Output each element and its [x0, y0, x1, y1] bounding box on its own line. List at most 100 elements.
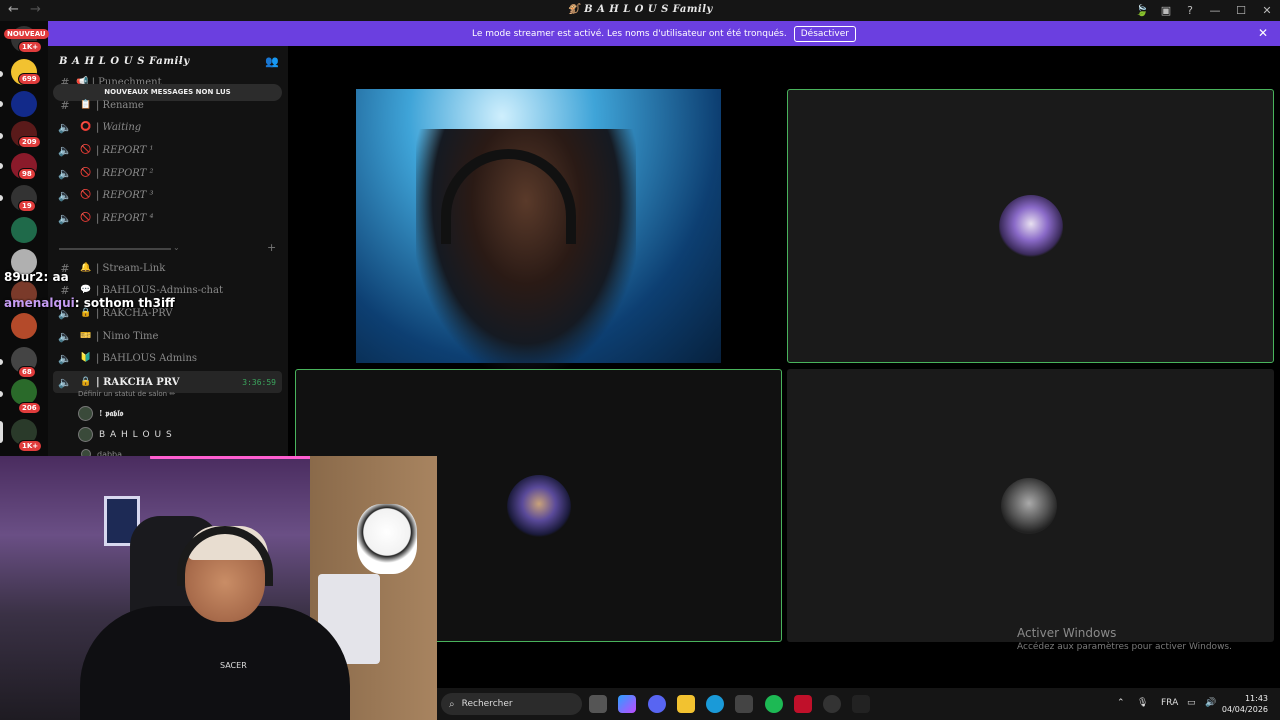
chevron-up-icon[interactable]: ⌃ [1117, 698, 1125, 708]
server-name[interactable]: B A H L O U S Family [59, 56, 190, 67]
streamer-mode-banner: Le mode streamer est activé. Les noms d'… [48, 21, 1280, 46]
avatar [999, 195, 1063, 259]
channel-report-1[interactable]: 🔈 🚫 | REPORT ¹ [53, 140, 282, 160]
network-icon[interactable]: ▭ [1187, 698, 1196, 708]
channel-label: | REPORT ⁴ [96, 212, 154, 224]
voice-channel-icon: 🔈 [58, 351, 72, 365]
badge-count: 1K+ [18, 440, 43, 452]
prohibited-icon: 🚫 [80, 190, 92, 200]
task-view-icon[interactable] [589, 695, 607, 713]
banner-text: Le mode streamer est activé. Les noms d'… [472, 28, 787, 39]
voice-member[interactable]: B A H L O U S [78, 427, 173, 442]
channel-report-4[interactable]: 🔈 🚫 | REPORT ⁴ [53, 208, 282, 228]
avatar [1001, 478, 1057, 534]
add-channel-icon[interactable]: + [267, 241, 276, 254]
unread-pill-indicator [0, 71, 3, 77]
channel-bahlous-admins[interactable]: 🔈 🔰 | BAHLOUS Admins [53, 348, 282, 368]
shirt-print: SACER [220, 661, 247, 670]
microphone-icon[interactable]: 🎙 [1137, 698, 1148, 708]
unread-pill-indicator [0, 163, 3, 169]
channel-label: | Rename [96, 99, 144, 111]
file-explorer-icon[interactable] [677, 695, 695, 713]
channel-waiting[interactable]: 🔈 ⭕ | Waiting [53, 117, 282, 137]
badge-count: 699 [18, 73, 41, 85]
circle-icon: ⭕ [80, 122, 92, 132]
text-channel-icon: # [60, 98, 70, 112]
badge-count: 68 [18, 366, 36, 378]
unread-pill-indicator [0, 391, 3, 397]
server-icon[interactable] [11, 91, 37, 117]
channel-nimo-time[interactable]: 🔈 🎫 | Nimo Time [53, 326, 282, 346]
video-tile-avatar[interactable] [787, 89, 1274, 363]
chevron-down-icon[interactable]: ⌄ [177, 56, 184, 65]
voice-channel-icon: 🔈 [58, 188, 72, 202]
channel-rename[interactable]: # 📋 | Rename [53, 95, 282, 115]
badge-count: 1K+ [18, 41, 43, 53]
search-icon: ⌕ [449, 698, 455, 710]
speech-bubble-icon: 💬 [80, 285, 92, 295]
channel-sidebar: B A H L O U S Family ⌄ 👥 # 📢 | Punechmen… [48, 46, 288, 461]
windows-taskbar: ⌕ Rechercher ⌃ 🎙 FRA ▭ 🔊 11:43 04/04/202… [437, 688, 1280, 720]
voice-connected-icon: 🔈 [58, 375, 72, 389]
chat-username: amenalqui [4, 296, 75, 310]
volume-icon[interactable]: 🔊 [1205, 698, 1216, 708]
close-button[interactable]: ✕ [1254, 0, 1280, 21]
banner-close-icon[interactable]: ✕ [1258, 26, 1268, 40]
channel-report-2[interactable]: 🔈 🚫 | REPORT ² [53, 163, 282, 183]
activate-windows-title: Activer Windows [1017, 626, 1117, 640]
server-icon[interactable] [11, 217, 37, 243]
system-clock[interactable]: 11:43 04/04/2026 [1222, 693, 1268, 715]
channel-status-hint[interactable]: Définir un statut de salon ✏ [78, 390, 175, 398]
invite-people-icon[interactable]: 👥 [265, 55, 279, 68]
language-indicator[interactable]: FRA [1161, 698, 1178, 708]
chat-username: 89ur2 [4, 270, 44, 284]
taskbar-search[interactable]: ⌕ Rechercher [441, 693, 582, 715]
help-icon[interactable]: ? [1178, 0, 1202, 21]
search-placeholder: Rechercher [461, 699, 513, 709]
unread-pill-indicator [0, 359, 3, 365]
category-divider[interactable] [59, 248, 171, 250]
channel-label: | BAHLOUS-Admins-chat [96, 284, 223, 296]
video-tile-avatar[interactable] [787, 369, 1274, 642]
activate-windows-subtitle: Accédez aux paramètres pour activer Wind… [1017, 642, 1232, 652]
maximize-button[interactable]: ☐ [1228, 0, 1254, 21]
facecam-overlay: SACER [0, 456, 437, 720]
voice-channel-icon: 🔈 [58, 329, 72, 343]
leaf-icon[interactable]: 🍃 [1130, 0, 1154, 21]
edge-icon[interactable] [706, 695, 724, 713]
chevron-down-icon[interactable]: ⌄ [173, 243, 180, 252]
channel-stream-link[interactable]: # 🔔 | Stream-Link [53, 258, 282, 278]
copilot-icon[interactable] [618, 695, 636, 713]
store-icon[interactable] [735, 695, 753, 713]
spotify-icon[interactable] [765, 695, 783, 713]
badge-count: 209 [18, 136, 41, 148]
server-icon[interactable] [11, 313, 37, 339]
voice-channel-icon: 🔈 [58, 120, 72, 134]
disable-streamer-button[interactable]: Désactiver [793, 25, 856, 42]
voice-channel-icon: 🔈 [58, 143, 72, 157]
channel-label: | REPORT ² [96, 167, 154, 179]
inbox-icon[interactable]: ▣ [1154, 0, 1178, 21]
stream-chat-message: amenalqui: sothom th3iff [4, 296, 175, 310]
lock-icon: 🔒 [80, 377, 92, 387]
voice-channel-icon: 🔈 [58, 166, 72, 180]
video-tile-camera[interactable] [356, 89, 721, 369]
clock-date: 04/04/2026 [1221, 705, 1268, 714]
obs-icon[interactable] [823, 695, 841, 713]
prohibited-icon: 🚫 [80, 145, 92, 155]
channel-report-3[interactable]: 🔈 🚫 | REPORT ³ [53, 185, 282, 205]
voice-member[interactable]: ! 𝖕𝖆𝖇𝖑𝖔 [78, 406, 123, 421]
chat-text: : sothom th3iff [74, 296, 175, 310]
app-icon[interactable] [852, 695, 870, 713]
unread-pill-indicator [0, 195, 3, 201]
channel-label: | REPORT ¹ [96, 144, 154, 156]
badge-count: 19 [18, 200, 36, 212]
discord-icon[interactable] [648, 695, 666, 713]
beginner-icon: 🔰 [80, 353, 92, 363]
avatar [78, 406, 93, 421]
channel-label: | Nimo Time [96, 330, 159, 342]
adobe-icon[interactable] [794, 695, 812, 713]
prohibited-icon: 🚫 [80, 168, 92, 178]
minimize-button[interactable]: — [1202, 0, 1228, 21]
call-timer: 3:36:59 [242, 377, 276, 387]
